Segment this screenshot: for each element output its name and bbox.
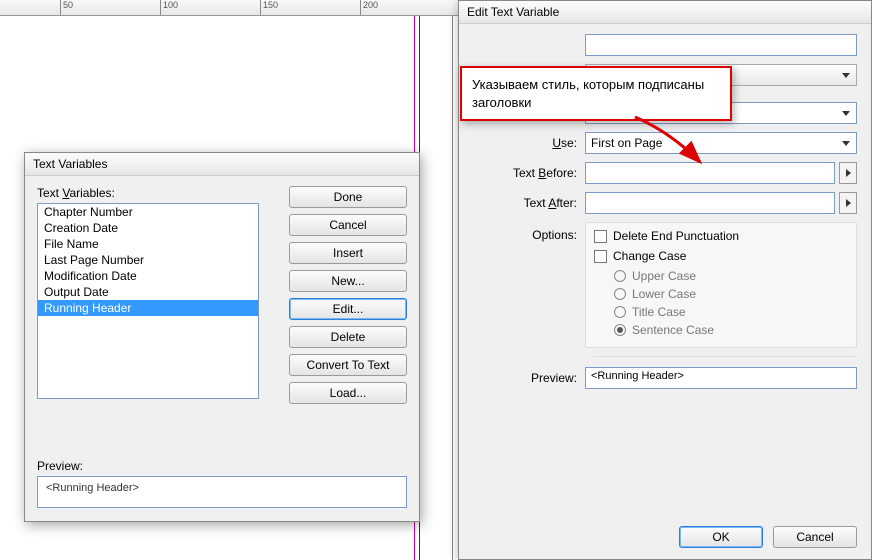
delete-button[interactable]: Delete bbox=[289, 326, 407, 348]
variables-list[interactable]: Chapter Number Creation Date File Name L… bbox=[37, 203, 259, 399]
change-case-label: Change Case bbox=[613, 249, 686, 263]
after-input[interactable] bbox=[585, 192, 835, 214]
page-edge bbox=[452, 16, 453, 560]
preview-label: Preview: bbox=[37, 459, 407, 473]
change-case-checkbox[interactable] bbox=[594, 250, 607, 263]
before-label: Text Before: bbox=[473, 166, 585, 180]
list-item[interactable]: Output Date bbox=[38, 284, 258, 300]
upper-case-radio[interactable] bbox=[614, 270, 626, 282]
edit-button[interactable]: Edit... bbox=[289, 298, 407, 320]
convert-button[interactable]: Convert To Text bbox=[289, 354, 407, 376]
before-input[interactable] bbox=[585, 162, 835, 184]
options-label: Options: bbox=[473, 222, 585, 242]
ruler-tick: 200 bbox=[360, 0, 378, 15]
text-variables-dialog: Text Variables Text Variables: Chapter N… bbox=[24, 152, 420, 522]
list-item[interactable]: File Name bbox=[38, 236, 258, 252]
insert-button[interactable]: Insert bbox=[289, 242, 407, 264]
cancel-button[interactable]: Cancel bbox=[773, 526, 857, 548]
preview-output: <Running Header> bbox=[585, 367, 857, 389]
title-case-radio[interactable] bbox=[614, 306, 626, 318]
use-label: Use: bbox=[473, 136, 585, 150]
sentence-case-radio[interactable] bbox=[614, 324, 626, 336]
ruler-tick: 50 bbox=[60, 0, 73, 15]
ruler-tick: 150 bbox=[260, 0, 278, 15]
list-item[interactable]: Chapter Number bbox=[38, 204, 258, 220]
cancel-button[interactable]: Cancel bbox=[289, 214, 407, 236]
delete-punctuation-checkbox[interactable] bbox=[594, 230, 607, 243]
ok-button[interactable]: OK bbox=[679, 526, 763, 548]
annotation-callout: Указываем стиль, которым подписаны загол… bbox=[460, 66, 732, 121]
load-button[interactable]: Load... bbox=[289, 382, 407, 404]
list-item[interactable]: Last Page Number bbox=[38, 252, 258, 268]
name-field[interactable] bbox=[585, 34, 857, 56]
before-flyout-button[interactable] bbox=[839, 162, 857, 184]
list-item[interactable]: Creation Date bbox=[38, 220, 258, 236]
lower-case-radio[interactable] bbox=[614, 288, 626, 300]
dialog-title[interactable]: Edit Text Variable bbox=[459, 1, 871, 24]
separator bbox=[593, 356, 857, 357]
after-label: Text After: bbox=[473, 196, 585, 210]
new-button[interactable]: New... bbox=[289, 270, 407, 292]
after-flyout-button[interactable] bbox=[839, 192, 857, 214]
use-dropdown[interactable]: First on Page bbox=[585, 132, 857, 154]
done-button[interactable]: Done bbox=[289, 186, 407, 208]
ruler-tick: 100 bbox=[160, 0, 178, 15]
delete-punctuation-label: Delete End Punctuation bbox=[613, 229, 739, 243]
preview-label: Preview: bbox=[473, 371, 585, 385]
list-item[interactable]: Running Header bbox=[38, 300, 258, 316]
list-item[interactable]: Modification Date bbox=[38, 268, 258, 284]
preview-box: <Running Header> bbox=[37, 476, 407, 508]
dialog-title[interactable]: Text Variables bbox=[25, 153, 419, 176]
